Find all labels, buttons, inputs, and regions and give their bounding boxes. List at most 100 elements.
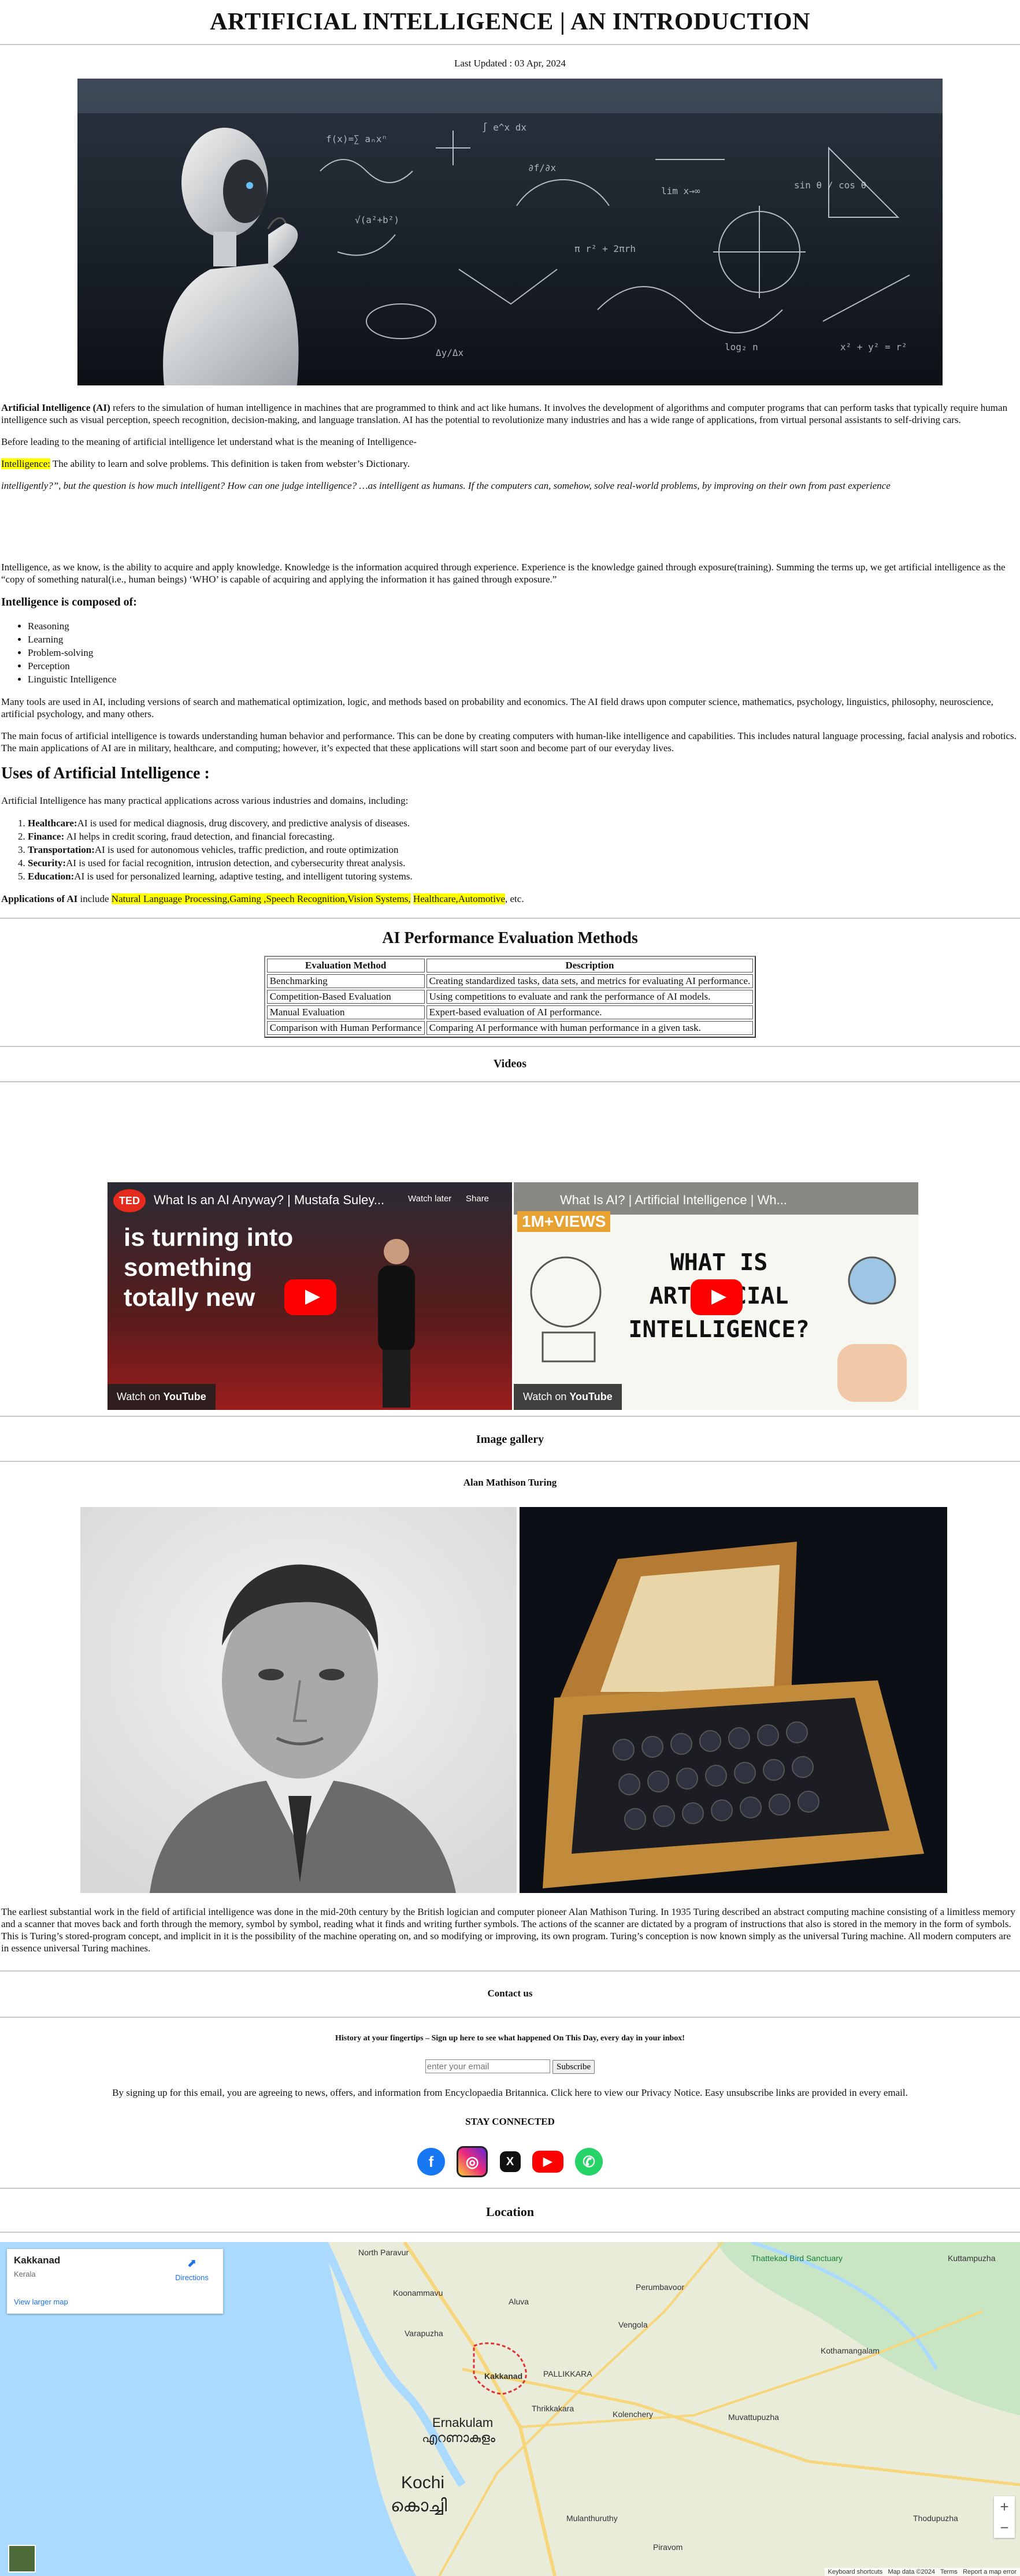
ted-channel-badge: TED [113,1189,146,1212]
report-map-error-link[interactable]: Report a map error [963,2568,1017,2575]
section-divider [0,2188,1020,2189]
watch-on-youtube[interactable]: Watch on YouTube [107,1384,216,1410]
social-links: f ◎ X ▶ ✆ [0,2146,1020,2177]
tools-paragraph: Many tools are used in AI, including ver… [1,696,993,719]
performance-table: Evaluation Method Description Benchmarki… [264,956,756,1038]
map-info-card: Kakkanad Kerala ⬈ Directions View larger… [7,2249,223,2314]
map-data-text: Map data ©2024 [888,2568,935,2575]
map-label: Thattekad Bird Sanctuary [751,2254,843,2263]
zoom-in-button[interactable]: + [994,2496,1015,2517]
directions-link[interactable]: Directions [169,2273,215,2282]
table-header-row: Evaluation Method Description [266,959,754,973]
table-row: Benchmarking Creating standardized tasks,… [266,974,754,988]
zoom-out-button[interactable]: − [994,2517,1015,2538]
watch-on-youtube[interactable]: Watch on YouTube [514,1384,622,1410]
location-map[interactable]: North Paravur Aluva Perumbavoor Kothaman… [0,2242,1020,2576]
whatsapp-icon[interactable]: ✆ [575,2148,603,2176]
list-item: Healthcare:AI is used for medical diagno… [28,816,1020,830]
svg-text:∂f/∂x: ∂f/∂x [528,162,557,173]
list-item: Linguistic Intelligence [28,673,1020,686]
terms-link[interactable]: Terms [940,2568,958,2575]
uses-intro: Artificial Intelligence has many practic… [1,795,409,806]
hero-image-robot-chalkboard: f(x)=∑ aₙxⁿ∫ e^x dx π r² + 2πrh√(a²+b²) … [77,79,943,385]
map-label: Thodupuzha [913,2514,958,2523]
map-label: Kolenchery [613,2410,654,2419]
table-cell: Comparison with Human Performance [266,1021,425,1035]
svg-text:∫ e^x dx: ∫ e^x dx [482,122,526,133]
share-button[interactable]: Share [466,1194,489,1204]
map-label: Perumbavoor [636,2282,685,2292]
location-heading: Location [485,2204,535,2219]
map-label: Mulanthuruthy [566,2514,618,2523]
list-item: Reasoning [28,619,1020,633]
turing-paragraph: The earliest substantial work in the fie… [1,1906,1015,1954]
map-place-name: Kakkanad [14,2255,61,2266]
map-label: Varapuzha [405,2329,443,2338]
highlighted-applications: Natural Language Processing,Gaming ,Spee… [111,893,411,904]
map-label: Kochi [401,2473,445,2492]
intelligence-definition: Intelligence: The ability to learn and s… [1,458,410,469]
speaker-figure [378,1239,415,1408]
list-item: Transportation:AI is used for autonomous… [28,843,1020,856]
map-label: Thrikkakara [532,2404,574,2413]
gallery-subheading: Alan Mathison Turing [463,1477,557,1488]
svg-text:π r² + 2πrh: π r² + 2πrh [574,243,636,254]
email-signup-form: Subscribe [0,2059,1020,2074]
last-updated: Last Updated : 03 Apr, 2024 [454,58,566,69]
applications-line: Applications of AI include Natural Langu… [1,893,524,904]
svg-text:√(a²+b²): √(a²+b²) [355,214,399,225]
table-header: Description [426,959,754,973]
table-cell: Competition-Based Evaluation [266,990,425,1004]
section-divider [0,1081,1020,1082]
instagram-icon[interactable]: ◎ [457,2146,488,2177]
uses-list: Healthcare:AI is used for medical diagno… [1,816,1020,883]
table-cell: Expert-based evaluation of AI performanc… [426,1005,754,1019]
map-label: എറണാകുളം [422,2430,495,2445]
video-embed-ted[interactable]: TED What Is an AI Anyway? | Mustafa Sule… [107,1182,512,1410]
list-item: Education:AI is used for personalized le… [28,870,1020,883]
composed-list: Reasoning Learning Problem-solving Perce… [1,619,1020,686]
map-label: Muvattupuzha [728,2412,779,2422]
contact-heading: Contact us [487,1988,533,1999]
keyboard-shortcuts-link[interactable]: Keyboard shortcuts [828,2568,883,2575]
svg-text:Δy/Δx: Δy/Δx [436,347,464,358]
map-label: കൊച്ചി [391,2496,447,2515]
satellite-toggle[interactable] [8,2545,36,2573]
highlighted-applications: Healthcare,Automotive [413,893,505,904]
play-button[interactable] [691,1279,743,1315]
map-label: Piravom [653,2542,683,2552]
turing-portrait-image [80,1507,517,1893]
video-title[interactable]: What Is AI? | Artificial Intelligence | … [560,1193,787,1208]
youtube-icon[interactable]: ▶ [532,2151,563,2173]
facebook-icon[interactable]: f [417,2148,445,2176]
video-embed-what-is-ai[interactable]: 1M+VIEWS What Is AI? | Artificial Intell… [514,1182,918,1410]
intelligence-summary: Intelligence, as we know, is the ability… [1,562,1006,585]
svg-text:sin θ / cos θ: sin θ / cos θ [794,180,866,191]
play-button[interactable] [284,1279,336,1315]
view-larger-map-link[interactable]: View larger map [14,2297,68,2306]
video-title[interactable]: What Is an AI Anyway? | Mustafa Suley... [154,1193,384,1208]
signup-disclaimer: By signing up for this email, you are ag… [112,2087,908,2098]
map-place-region: Kerala [14,2270,36,2278]
watch-later-button[interactable]: Watch later [408,1194,451,1204]
map-label: Aluva [509,2297,529,2306]
title-divider [0,44,1020,45]
x-icon[interactable]: X [499,2151,521,2172]
gallery-heading: Image gallery [476,1433,544,1446]
list-item: Problem-solving [28,646,1020,659]
table-row: Manual Evaluation Expert-based evaluation… [266,1005,754,1019]
section-divider [0,918,1020,919]
videos-heading: Videos [493,1057,527,1070]
highlighted-term: Intelligence: [1,458,50,469]
directions-icon[interactable]: ⬈ [169,2256,215,2270]
table-cell: Comparing AI performance with human perf… [426,1021,754,1035]
list-item: Learning [28,633,1020,646]
email-input[interactable] [425,2059,550,2073]
sketch-robot-hand [837,1256,907,1402]
performance-heading: AI Performance Evaluation Methods [382,929,638,947]
subscribe-button[interactable]: Subscribe [552,2060,595,2074]
svg-text:f(x)=∑ aₙxⁿ: f(x)=∑ aₙxⁿ [326,133,387,144]
map-label: Ernakulam [432,2415,494,2430]
sketch-illustration [530,1256,602,1363]
table-row: Competition-Based Evaluation Using compet… [266,990,754,1004]
